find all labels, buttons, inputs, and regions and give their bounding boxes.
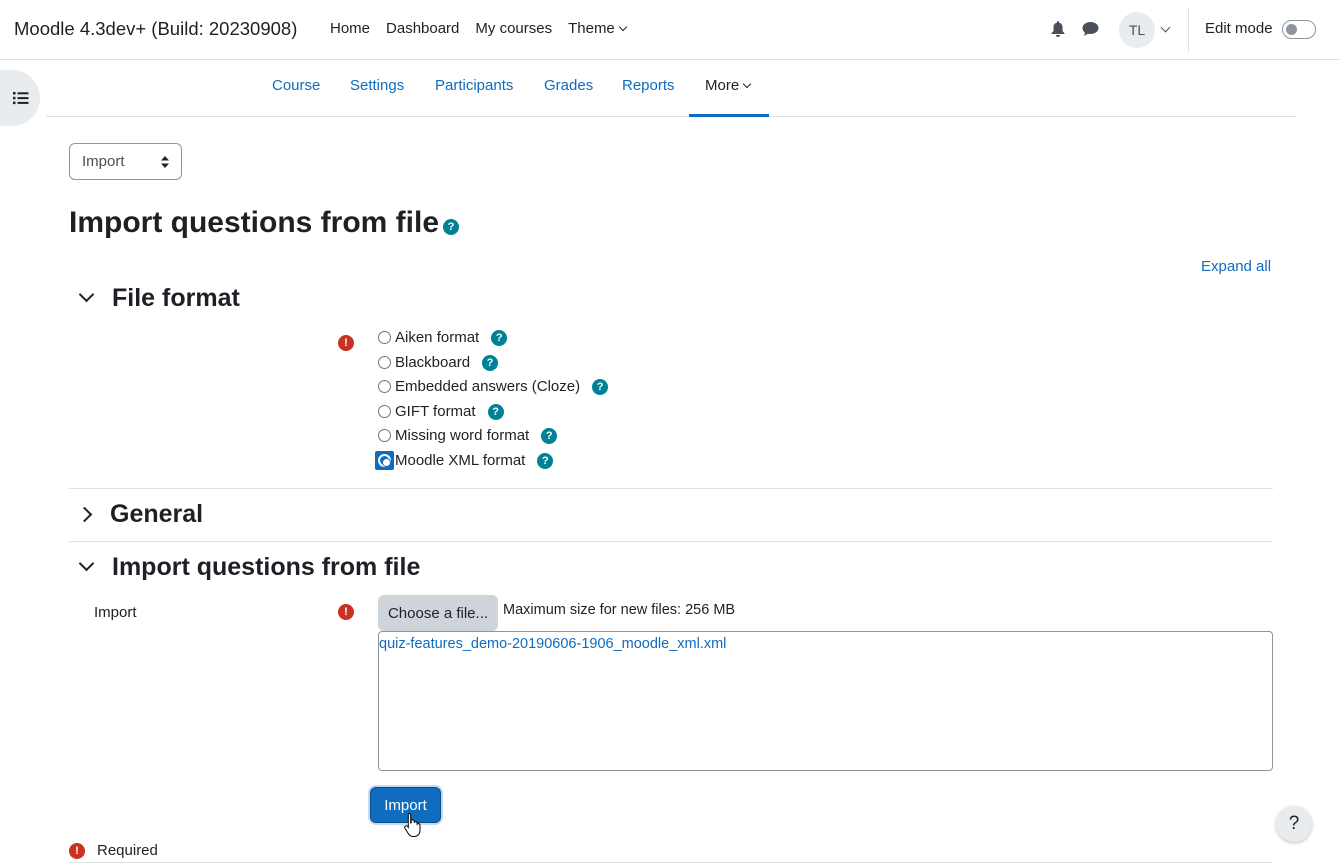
nav-home[interactable]: Home (330, 20, 370, 37)
tab-settings[interactable]: Settings (350, 77, 404, 94)
tab-grades[interactable]: Grades (544, 77, 593, 94)
chevron-down-icon (742, 79, 752, 89)
chevron-down-icon[interactable] (1160, 22, 1171, 33)
secondary-nav: Course Settings Participants Grades Repo… (46, 60, 1296, 117)
help-icon[interactable]: ? (482, 354, 499, 371)
help-icon[interactable]: ? (443, 219, 459, 235)
question-bank-action-select[interactable]: Import (69, 143, 182, 180)
radio-button[interactable] (378, 429, 391, 442)
expand-all-link[interactable]: Expand all (1201, 258, 1271, 275)
help-icon[interactable]: ? (592, 378, 609, 395)
required-icon: ! (338, 604, 354, 620)
active-tab-indicator (689, 114, 769, 117)
chevron-down-icon (78, 286, 95, 303)
edit-mode-label: Edit mode (1205, 20, 1273, 37)
list-icon (13, 92, 29, 105)
tab-more[interactable]: More (705, 77, 752, 94)
import-field-label: Import (94, 604, 137, 621)
tab-reports[interactable]: Reports (622, 77, 675, 94)
help-icon[interactable]: ? (537, 452, 554, 469)
required-icon: ! (69, 842, 85, 859)
footer-help-button[interactable]: ? (1276, 806, 1312, 842)
format-option-blackboard[interactable]: Blackboard ? (378, 354, 499, 371)
section-import-file-header[interactable]: Import questions from file (77, 553, 420, 582)
page-title: Import questions from file (69, 206, 440, 239)
site-name[interactable]: Moodle 4.3dev+ (Build: 20230908) (14, 18, 297, 40)
chevron-down-icon (618, 22, 628, 32)
file-drop-area[interactable]: quiz-features_demo-20190606-1906_moodle_… (378, 631, 1273, 771)
max-size-note: Maximum size for new files: 256 MB (503, 602, 736, 618)
uploaded-file-link[interactable]: quiz-features_demo-20190606-1906_moodle_… (379, 636, 726, 652)
select-value: Import (82, 153, 125, 170)
radio-button[interactable] (378, 405, 391, 418)
help-icon[interactable]: ? (491, 329, 508, 346)
radio-button-selected[interactable] (375, 451, 394, 470)
radio-button[interactable] (378, 380, 391, 393)
required-icon: ! (338, 335, 354, 351)
section-divider (69, 488, 1273, 489)
format-option-gift[interactable]: GIFT format ? (378, 403, 504, 420)
section-general-header[interactable]: General (76, 500, 203, 529)
help-icon[interactable]: ? (541, 427, 558, 444)
radio-button[interactable] (378, 331, 391, 344)
radio-button[interactable] (378, 356, 391, 369)
select-arrows-icon (161, 156, 169, 168)
navbar-divider (1188, 8, 1189, 52)
choose-file-button[interactable]: Choose a file... (378, 595, 498, 631)
format-option-aiken[interactable]: Aiken format ? (378, 329, 508, 346)
nav-dashboard[interactable]: Dashboard (386, 20, 459, 37)
primary-nav: Home Dashboard My courses Theme (330, 20, 628, 37)
tab-course[interactable]: Course (272, 77, 320, 94)
help-icon[interactable]: ? (487, 403, 504, 420)
chat-icon[interactable] (1082, 21, 1099, 37)
edit-mode-toggle[interactable] (1282, 20, 1316, 39)
avatar[interactable]: TL (1119, 12, 1155, 48)
footer-divider (69, 862, 1273, 863)
bell-icon[interactable] (1051, 21, 1065, 37)
format-option-cloze[interactable]: Embedded answers (Cloze) ? (378, 378, 609, 395)
chevron-down-icon (78, 555, 95, 572)
top-navbar: Moodle 4.3dev+ (Build: 20230908) Home Da… (0, 0, 1339, 60)
hand-cursor-icon (404, 812, 421, 837)
course-index-toggle[interactable] (0, 70, 40, 126)
required-legend: ! Required (69, 842, 158, 859)
section-file-format-header[interactable]: File format (77, 284, 240, 313)
section-divider (69, 541, 1273, 542)
nav-my-courses[interactable]: My courses (475, 20, 552, 37)
tab-participants[interactable]: Participants (435, 77, 513, 94)
format-option-missing-word[interactable]: Missing word format ? (378, 427, 558, 444)
nav-theme[interactable]: Theme (568, 20, 628, 37)
format-option-moodle-xml[interactable]: Moodle XML format ? (375, 451, 554, 470)
chevron-right-icon (76, 506, 93, 523)
